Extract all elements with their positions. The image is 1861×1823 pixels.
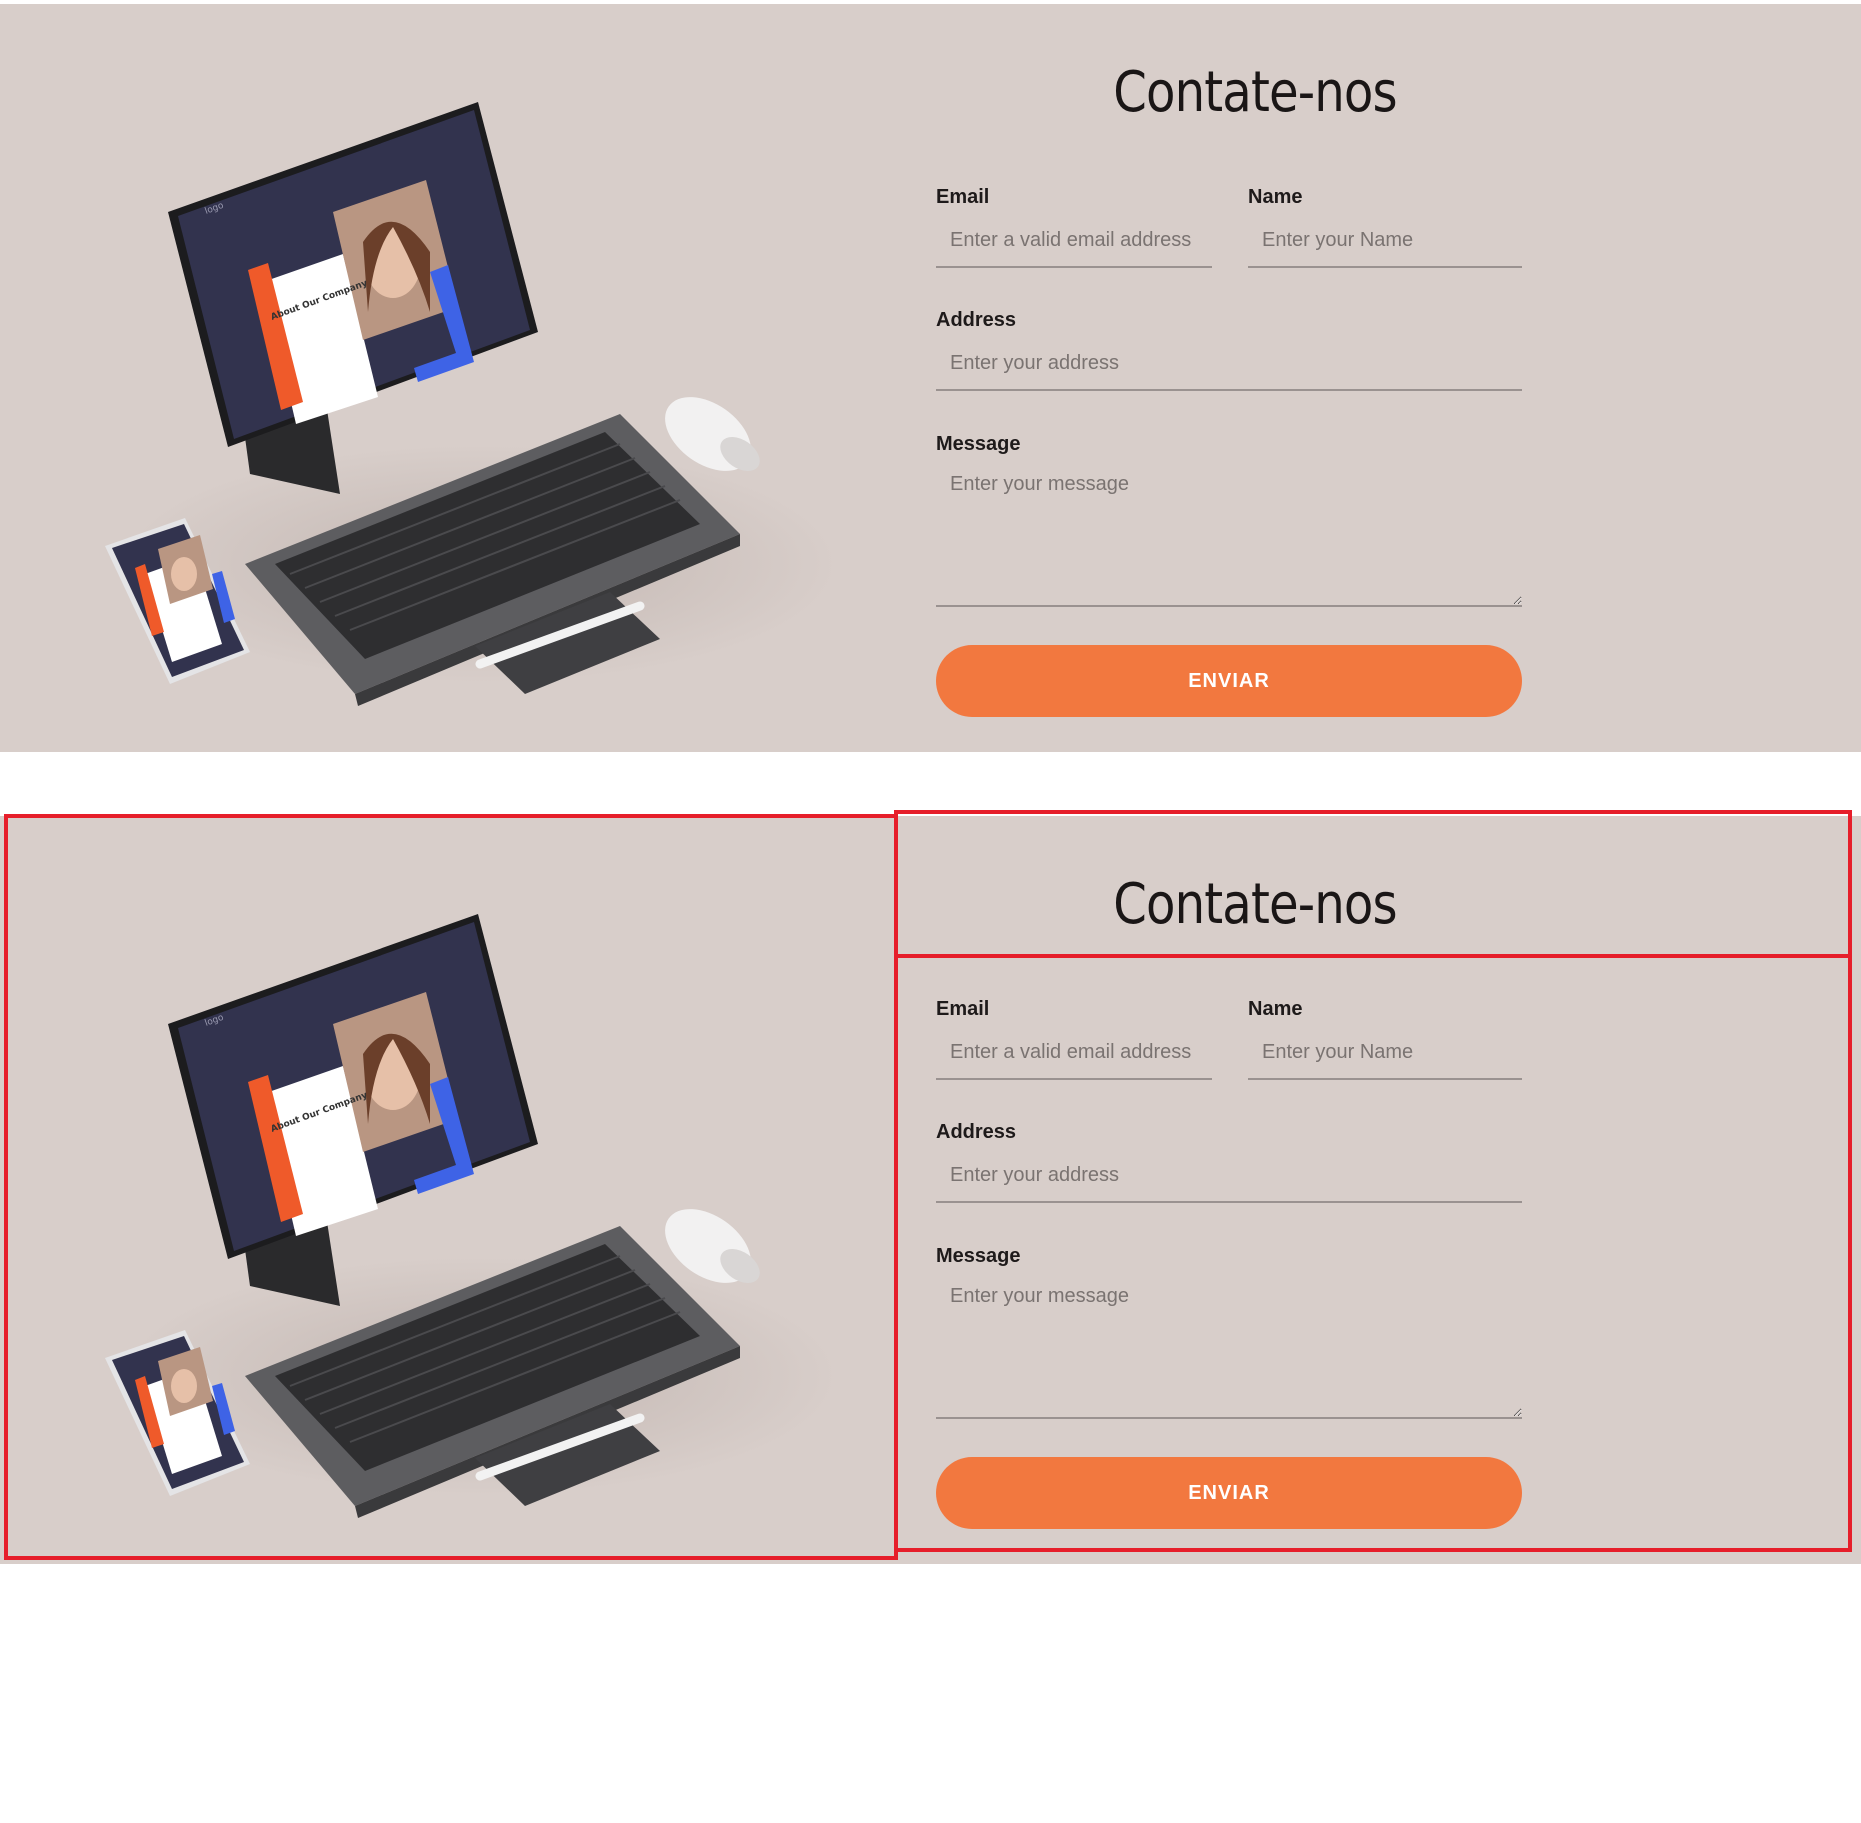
name-field[interactable] [1248,1026,1522,1080]
device-mockup-image: logo About Our Company [105,914,840,1518]
address-label: Address [936,1121,1017,1143]
message-label: Message [936,1245,1021,1267]
message-field[interactable] [936,461,1522,607]
email-field[interactable] [936,1026,1212,1080]
email-label: Email [936,186,990,208]
name-label: Name [1248,998,1303,1020]
address-field[interactable] [936,337,1522,391]
device-mockup-image: logo About Our Company [105,102,840,706]
device-illustration: logo About Our Company [100,94,840,752]
address-label: Address [936,309,1017,331]
contact-section: logo About Our Company Contate-nos Email… [0,816,1861,1564]
submit-button[interactable]: ENVIAR [936,645,1522,717]
address-field[interactable] [936,1149,1522,1203]
message-label: Message [936,433,1021,455]
email-label: Email [936,998,990,1020]
email-field[interactable] [936,214,1212,268]
page-title: Contate-nos [1113,872,1397,937]
name-label: Name [1248,186,1303,208]
device-illustration: logo About Our Company [100,906,840,1564]
message-field[interactable] [936,1273,1522,1419]
page-title: Contate-nos [1113,60,1397,125]
name-field[interactable] [1248,214,1522,268]
submit-button[interactable]: ENVIAR [936,1457,1522,1529]
contact-section: logo About Our Company Contate-nos Email… [0,4,1861,752]
